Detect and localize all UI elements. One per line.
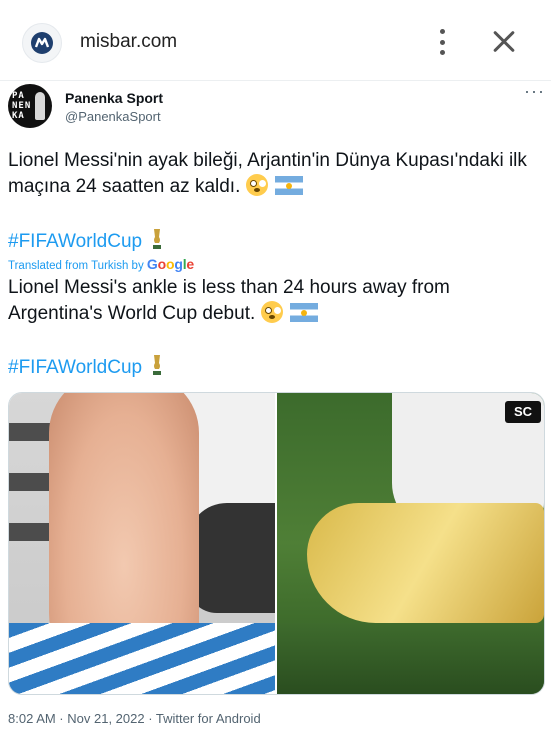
flushed-face-icon — [260, 301, 283, 323]
avatar[interactable]: PA NEN KA — [8, 84, 52, 128]
google-logo: Google — [146, 256, 194, 272]
close-icon[interactable] — [492, 30, 516, 54]
argentina-flag-icon — [289, 303, 318, 322]
ankle-closeup-photo[interactable] — [9, 393, 275, 694]
world-cup-trophy-icon — [153, 355, 162, 375]
boot-closeup-photo[interactable]: SC — [277, 393, 544, 694]
author-handle[interactable]: @PanenkaSport — [65, 109, 161, 124]
translated-text: Lionel Messi's ankle is less than 24 hou… — [8, 277, 450, 324]
avatar-letters: PA NEN KA — [12, 91, 32, 121]
tweet-timestamp[interactable]: 8:02 AM · Nov 21, 2022 · Twitter for And… — [8, 711, 261, 726]
hashtag-link[interactable]: #FIFAWorldCup — [8, 228, 163, 253]
vertical-ellipsis-icon[interactable] — [432, 27, 452, 57]
site-domain: misbar.com — [80, 31, 178, 52]
translated-by-label[interactable]: Translated from Turkish by Google — [8, 256, 194, 272]
original-text: Lionel Messi'nin ayak bileği, Arjantin'i… — [8, 150, 527, 197]
misbar-logo-icon — [22, 23, 62, 63]
more-options-icon[interactable]: ··· — [524, 82, 545, 100]
author-name[interactable]: Panenka Sport — [65, 90, 163, 106]
world-cup-trophy-icon — [153, 229, 162, 249]
broadcast-logo: SC — [505, 401, 541, 423]
tweet-media[interactable]: SC — [8, 392, 545, 695]
tweet-translated-text: Lionel Messi's ankle is less than 24 hou… — [8, 275, 543, 327]
argentina-flag-icon — [274, 176, 303, 195]
hashtag-link[interactable]: #FIFAWorldCup — [8, 354, 163, 379]
tweet-original-text: Lionel Messi'nin ayak bileği, Arjantin'i… — [8, 148, 543, 200]
trophy-icon — [35, 92, 45, 120]
browser-top-bar: misbar.com — [0, 0, 551, 81]
flushed-face-icon — [245, 174, 268, 196]
